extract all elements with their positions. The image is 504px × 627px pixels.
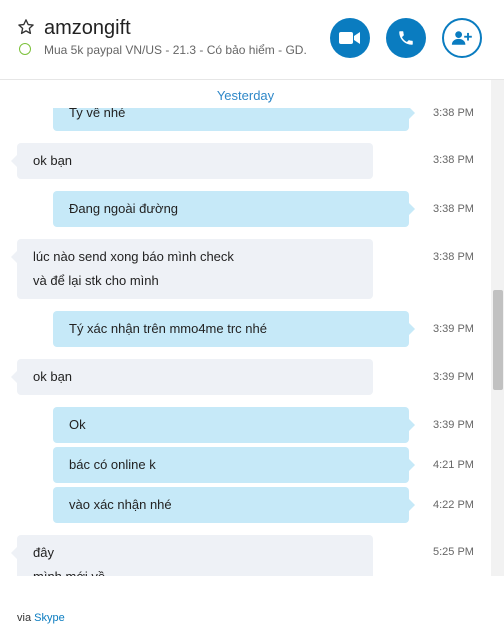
- via-label: via: [17, 612, 32, 624]
- presence-status-icon: [19, 43, 31, 55]
- message-text: ok bạn: [33, 153, 73, 168]
- phone-icon: [399, 31, 413, 45]
- message-bubble-incoming[interactable]: ok bạn: [11, 143, 373, 179]
- message-bubble-outgoing[interactable]: vào xác nhận nhé: [53, 487, 415, 523]
- message-timestamp: 3:38 PM: [433, 154, 474, 166]
- message-timestamp: 4:22 PM: [433, 499, 474, 511]
- message-bubble-incoming[interactable]: ok bạn: [11, 359, 373, 395]
- message-bubble-outgoing[interactable]: bác có online k: [53, 447, 415, 483]
- add-person-icon: [451, 31, 472, 45]
- audio-call-button[interactable]: [386, 18, 426, 58]
- message-timestamp: 4:21 PM: [433, 459, 474, 471]
- skype-link[interactable]: Skype: [34, 612, 65, 624]
- message-timestamp: 3:38 PM: [433, 251, 474, 263]
- message-timestamp: 3:39 PM: [433, 371, 474, 383]
- contact-name[interactable]: amzongift: [44, 17, 131, 40]
- video-call-button[interactable]: [330, 18, 370, 58]
- chat-scrollbar-thumb[interactable]: [493, 290, 503, 390]
- message-bubble-incoming[interactable]: lúc nào send xong báo mình check và để l…: [11, 239, 373, 299]
- message-text: Đang ngoài đường: [69, 201, 179, 216]
- message-bubble-outgoing[interactable]: Đang ngoài đường: [53, 191, 415, 227]
- message-timestamp: 3:38 PM: [433, 107, 474, 119]
- message-text-line: lúc nào send xong báo mình check: [33, 249, 234, 264]
- message-bubble-incoming[interactable]: đây mình mới về: [11, 535, 373, 576]
- message-text: Tý xác nhận trên mmo4me trc nhé: [69, 321, 267, 336]
- message-timestamp: 5:25 PM: [433, 546, 474, 558]
- message-text-line: mình mới về: [33, 565, 357, 576]
- message-timestamp: 3:39 PM: [433, 419, 474, 431]
- message-bubble-outgoing[interactable]: Ok: [53, 407, 415, 443]
- message-text: vào xác nhận nhé: [69, 497, 172, 512]
- message-text-line: đây: [33, 545, 54, 560]
- add-people-button[interactable]: [442, 18, 482, 58]
- message-timestamp: 3:38 PM: [433, 203, 474, 215]
- message-text: ok bạn: [33, 369, 73, 384]
- favorite-star-icon[interactable]: [17, 18, 35, 36]
- mood-message: Mua 5k paypal VN/US - 21.3 - Có bảo hiểm…: [44, 43, 306, 57]
- message-bubble-outgoing[interactable]: Tý xác nhận trên mmo4me trc nhé: [53, 311, 415, 347]
- message-timestamp: 3:39 PM: [433, 323, 474, 335]
- date-separator-label: Yesterday: [216, 88, 275, 103]
- video-camera-icon: [339, 32, 360, 44]
- conversation-header: amzongift Mua 5k paypal VN/US - 21.3 - C…: [0, 0, 504, 80]
- via-footer: via Skype: [17, 612, 65, 624]
- message-text-line: và để lại stk cho mình: [33, 273, 159, 288]
- message-text: Ok: [69, 417, 86, 432]
- message-text: bác có online k: [69, 457, 156, 472]
- message-list[interactable]: Yesterday Ty về nhé 3:38 PM Yesterday ok…: [0, 80, 491, 576]
